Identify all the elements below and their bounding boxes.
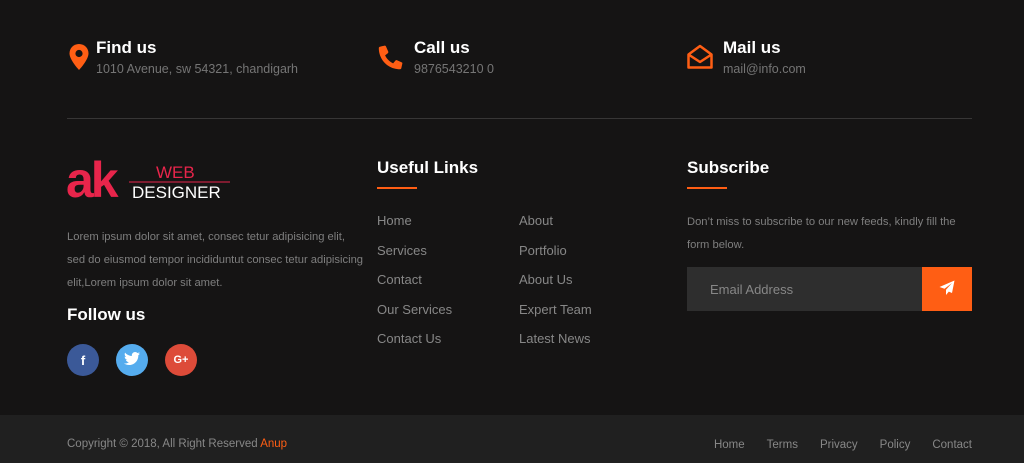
mail-us-title: Mail us	[723, 38, 781, 57]
envelope-open-icon	[685, 42, 715, 72]
mail-us: Mail us mail@info.com	[685, 38, 806, 76]
link-about-us[interactable]: About Us	[519, 270, 661, 290]
link-about[interactable]: About	[519, 211, 661, 231]
footer-menu: Home Terms Privacy Policy Contact	[692, 439, 972, 451]
link-contact[interactable]: Contact	[377, 270, 519, 290]
twitter-button[interactable]	[116, 344, 148, 376]
mail-us-detail: mail@info.com	[723, 62, 806, 76]
link-latest-news[interactable]: Latest News	[519, 329, 661, 349]
link-contact-us[interactable]: Contact Us	[377, 329, 519, 349]
follow-us-title: Follow us	[67, 305, 146, 324]
author-link[interactable]: Anup	[260, 438, 287, 450]
find-us-title: Find us	[96, 38, 157, 57]
call-us: Call us 9876543210 0	[376, 38, 494, 76]
call-us-title: Call us	[414, 38, 470, 57]
link-our-services[interactable]: Our Services	[377, 300, 519, 320]
footer-menu-terms[interactable]: Terms	[767, 439, 798, 451]
logo-line1: WEB	[156, 163, 195, 182]
footer-menu-privacy[interactable]: Privacy	[820, 439, 858, 451]
about-text: Lorem ipsum dolor sit amet, consec tetur…	[67, 231, 364, 289]
footer-menu-home[interactable]: Home	[714, 439, 745, 451]
useful-links-title: Useful Links	[377, 158, 479, 189]
divider	[67, 118, 972, 119]
social-links: f G+	[67, 344, 214, 376]
call-us-detail: 9876543210 0	[414, 62, 494, 76]
google-plus-button[interactable]: G+	[165, 344, 197, 376]
logo[interactable]: ak WEB DESIGNER	[66, 152, 236, 208]
link-services[interactable]: Services	[377, 241, 519, 261]
link-expert-team[interactable]: Expert Team	[519, 300, 661, 320]
email-input[interactable]	[687, 267, 922, 311]
logo-line2: DESIGNER	[132, 183, 221, 202]
facebook-button[interactable]: f	[67, 344, 99, 376]
phone-icon	[376, 42, 406, 72]
logo-mark: ak	[66, 156, 119, 202]
subscribe-button[interactable]	[922, 267, 972, 311]
footer-menu-contact[interactable]: Contact	[932, 439, 972, 451]
subscribe-text: Don’t miss to subscribe to our new feeds…	[687, 216, 956, 251]
map-marker-icon	[64, 42, 94, 72]
link-portfolio[interactable]: Portfolio	[519, 241, 661, 261]
footer-menu-policy[interactable]: Policy	[880, 439, 911, 451]
twitter-icon	[124, 352, 140, 368]
google-plus-icon: G+	[173, 354, 189, 366]
paper-plane-icon	[939, 280, 955, 299]
copyright-text: Copyright © 2018, All Right Reserved Anu…	[67, 438, 287, 450]
subscribe-title: Subscribe	[687, 158, 770, 189]
subscribe-form	[687, 267, 972, 311]
find-us-detail: 1010 Avenue, sw 54321, chandigarh	[96, 62, 299, 76]
find-us: Find us 1010 Avenue, sw 54321, chandigar…	[64, 38, 298, 76]
useful-links-list: Home About Services Portfolio Contact Ab…	[377, 211, 667, 349]
copyright-bar: Copyright © 2018, All Right Reserved Anu…	[0, 415, 1024, 463]
link-home[interactable]: Home	[377, 211, 519, 231]
copyright-label: Copyright © 2018, All Right Reserved	[67, 438, 258, 450]
contact-strip: Find us 1010 Avenue, sw 54321, chandigar…	[0, 0, 1024, 119]
facebook-icon: f	[80, 352, 86, 368]
